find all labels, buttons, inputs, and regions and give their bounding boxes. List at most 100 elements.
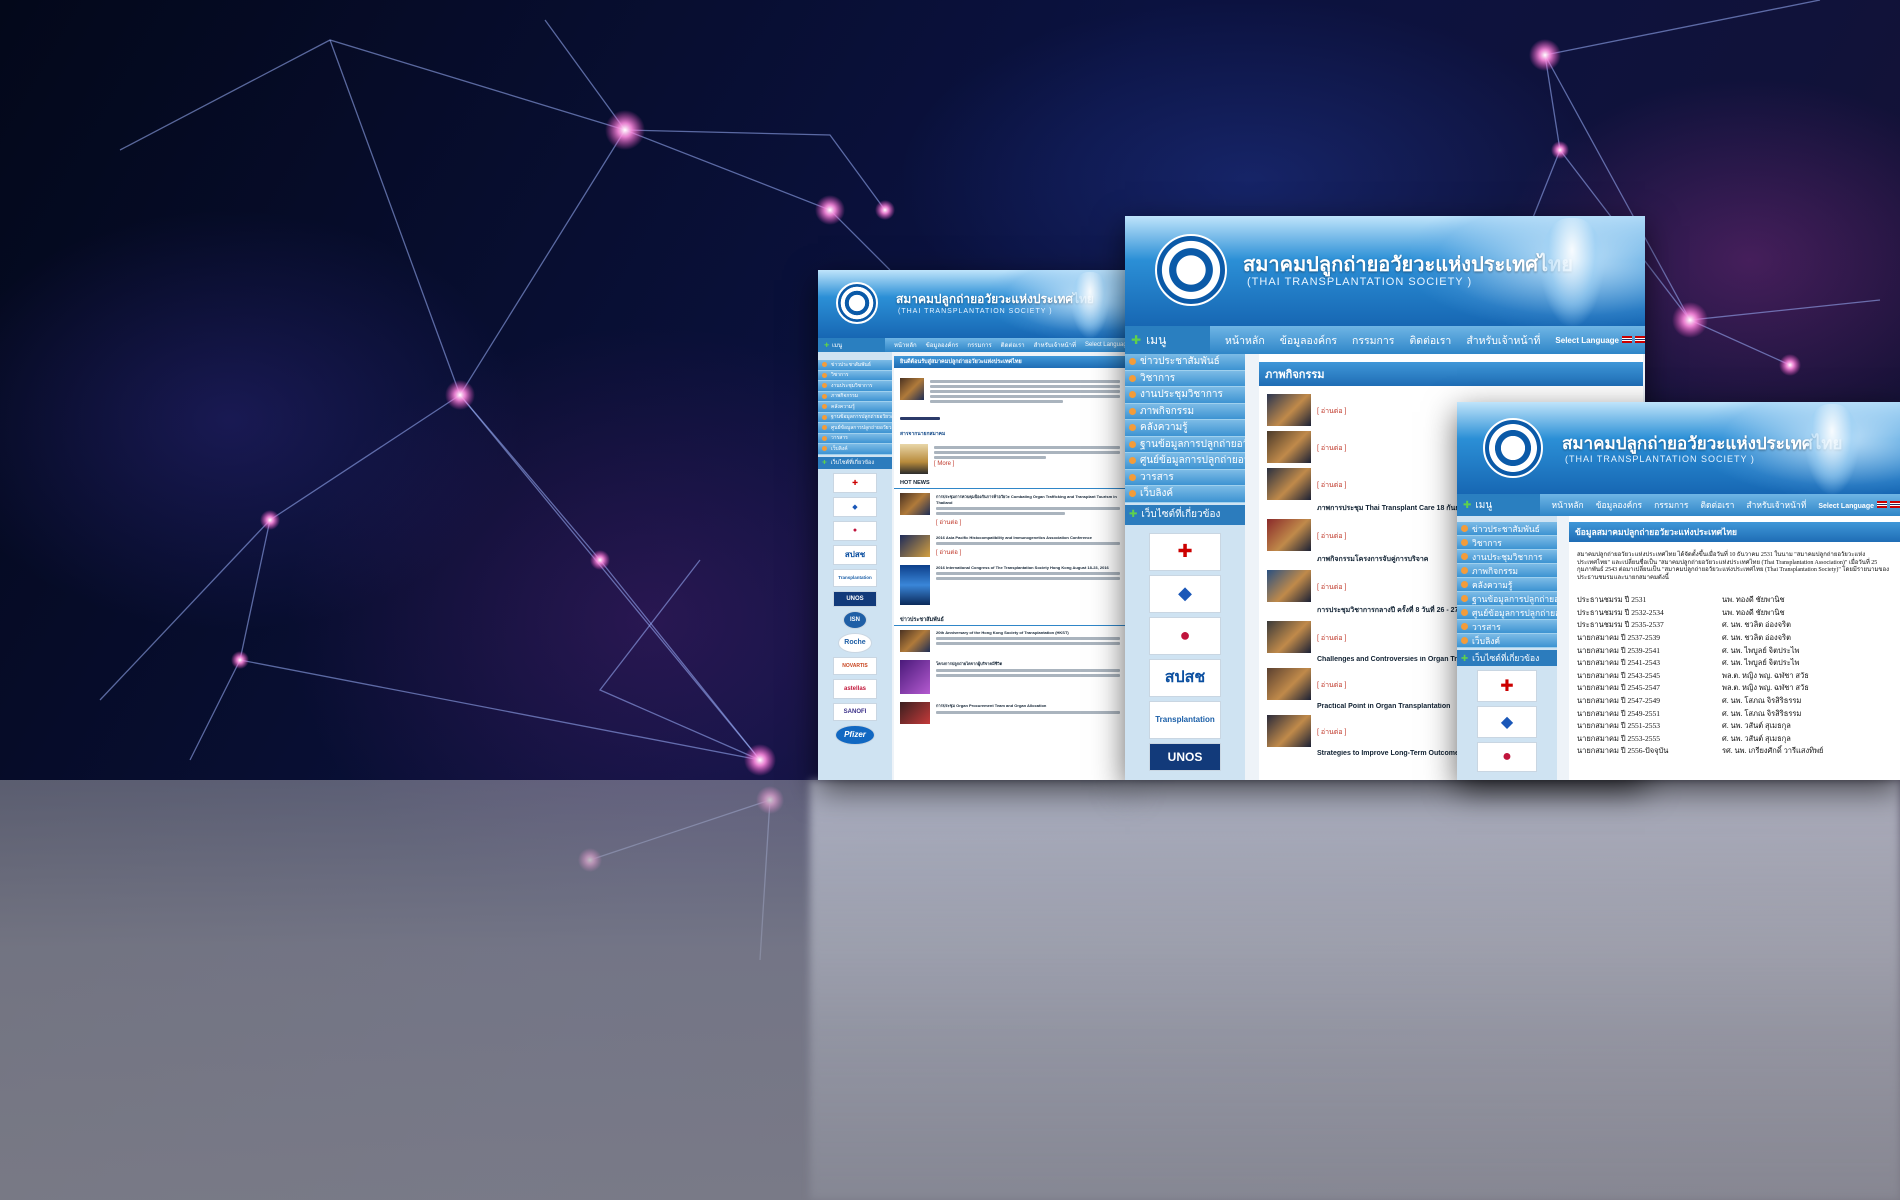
sponsor-kidney-icon[interactable]: ● (833, 520, 877, 541)
sponsor-transplantation[interactable]: Transplantation (833, 568, 877, 587)
activity-photo[interactable] (1267, 431, 1311, 463)
side-item-news[interactable]: ข่าวประชาสัมพันธ์ (1125, 354, 1245, 371)
president-name: ศ. นพ. ไพบูลย์ จิตประไพ (1722, 645, 1800, 655)
sponsor-red-cross-icon[interactable]: ✚ (1149, 532, 1221, 571)
sponsor-astellas[interactable]: astellas (833, 678, 877, 699)
language-select[interactable]: Select Language (1555, 335, 1645, 345)
side-item-academic[interactable]: วิชาการ (1457, 536, 1557, 550)
welcome-photo (900, 378, 924, 400)
president-term: นายกสมาคม ปี 2553-2555 (1577, 733, 1660, 743)
screenshot-home-page: สมาคมปลูกถ่ายอวัยวะแห่งประเทศไทย (THAI T… (818, 270, 1130, 780)
side-item-conference[interactable]: งานประชุมวิชาการ (1125, 387, 1245, 404)
welcome-more[interactable] (894, 409, 1126, 424)
side-item-journal[interactable]: วารสาร (1457, 620, 1557, 634)
nav-committee[interactable]: กรรมการ (1352, 332, 1394, 349)
sponsor-sanofi[interactable]: SANOFI (833, 702, 877, 721)
side-item-database[interactable]: ฐานข้อมูลการปลูกถ่ายอวัยวะ (818, 412, 892, 423)
flag-th-icon[interactable] (1890, 500, 1900, 508)
side-item-journal[interactable]: วารสาร (1125, 469, 1245, 486)
side-item-database[interactable]: ฐานข้อมูลการปลูกถ่ายอวัยวะ (1457, 592, 1557, 606)
activity-photo[interactable] (1267, 394, 1311, 426)
news-2-more[interactable]: [ อ่านต่อ ] (936, 547, 1120, 557)
side-item-center[interactable]: ศูนย์ข้อมูลการปลูกถ่ายอวัยวะ (1125, 453, 1245, 470)
sponsor-unos[interactable]: UNOS (1149, 742, 1221, 771)
side-item-conference[interactable]: งานประชุมวิชาการ (1457, 550, 1557, 564)
side-item-gallery[interactable]: ภาพกิจกรรม (1457, 564, 1557, 578)
side-item-journal[interactable]: วารสาร (818, 433, 892, 444)
activity-photo[interactable] (1267, 570, 1311, 602)
news-3-title[interactable]: 2016 International Congress of The Trans… (936, 565, 1120, 570)
nav-about[interactable]: ข้อมูลองค์กร (926, 340, 959, 350)
president-name: ศ. นพ. โสภณ จิรสิริธรรม (1722, 696, 1802, 706)
activity-photo[interactable] (1267, 715, 1311, 747)
sponsor-red-cross-icon[interactable]: ✚ (1477, 670, 1537, 702)
activity-photo[interactable] (1267, 468, 1311, 500)
side-item-weblink[interactable]: เว็บลิงค์ (1125, 486, 1245, 503)
sponsor-red-cross-icon[interactable]: ✚ (833, 472, 877, 493)
pr-3-title[interactable]: การประชุม Organ Procurement Team and Org… (936, 702, 1120, 709)
sponsor-nhso[interactable]: สปสช (833, 544, 877, 565)
nav-committee[interactable]: กรรมการ (967, 340, 991, 350)
sponsor-kidney-icon[interactable]: ● (1477, 742, 1537, 772)
sponsor-blood-drop-icon[interactable]: ◆ (1477, 706, 1537, 738)
nav-about[interactable]: ข้อมูลองค์กร (1596, 498, 1642, 512)
sponsor-pfizer[interactable]: Pfizer (835, 724, 875, 745)
sponsor-blood-drop-icon[interactable]: ◆ (833, 496, 877, 517)
president-row: ประธานชมรม ปี 2532-2534 นพ. ทองดี ชัยพานิ… (1577, 607, 1892, 620)
pr-1-title[interactable]: 20th Anniversary of the Hong Kong Societ… (936, 630, 1120, 635)
activity-photo[interactable] (1267, 668, 1311, 700)
nav-contact[interactable]: ติดต่อเรา (1409, 332, 1451, 349)
flag-uk-icon[interactable] (1622, 335, 1632, 343)
nav-staff[interactable]: สำหรับเจ้าหน้าที่ (1466, 332, 1540, 349)
site-title-th: สมาคมปลูกถ่ายอวัยวะแห่งประเทศไทย (896, 292, 1094, 306)
side-item-center[interactable]: ศูนย์ข้อมูลการปลูกถ่ายอวัยวะ (1457, 606, 1557, 620)
president-more-link[interactable]: [ More ] (934, 461, 1120, 467)
side-item-knowledge[interactable]: คลังความรู้ (1457, 578, 1557, 592)
nav-contact[interactable]: ติดต่อเรา (1001, 340, 1025, 350)
pr-2-title[interactable]: โครงการปลูกถ่ายไตจากผู้บริจาคมีชีวิต (936, 660, 1120, 667)
president-term: ประธานชมรม ปี 2535-2537 (1577, 620, 1664, 630)
side-item-news[interactable]: ข่าวประชาสัมพันธ์ (818, 360, 892, 371)
side-item-academic[interactable]: วิชาการ (818, 370, 892, 381)
nav-about[interactable]: ข้อมูลองค์กร (1280, 332, 1337, 349)
side-item-center[interactable]: ศูนย์ข้อมูลการปลูกถ่ายอวัยวะ (818, 423, 892, 434)
side-item-gallery[interactable]: ภาพกิจกรรม (1125, 403, 1245, 420)
nav-contact[interactable]: ติดต่อเรา (1700, 498, 1734, 512)
side-item-news[interactable]: ข่าวประชาสัมพันธ์ (1457, 522, 1557, 536)
sponsor-novartis[interactable]: NOVARTIS (833, 656, 877, 675)
flag-th-icon[interactable] (1635, 335, 1645, 343)
president-row: นายกสมาคม ปี 2537-2539 ศ. นพ. ชวลิต อ่องจ… (1577, 632, 1892, 645)
activity-photo[interactable] (1267, 621, 1311, 653)
nav-home[interactable]: หน้าหลัก (1225, 332, 1265, 349)
sponsor-transplantation[interactable]: Transplantation (1149, 700, 1221, 739)
anatomy-figure (1070, 272, 1110, 338)
sidebar: ข่าวประชาสัมพันธ์ วิชาการ งานประชุมวิชาก… (1125, 354, 1245, 780)
side-item-conference[interactable]: งานประชุมวิชาการ (818, 381, 892, 392)
side-item-database[interactable]: ฐานข้อมูลการปลูกถ่ายอวัยวะ (1125, 436, 1245, 453)
activity-photo[interactable] (1267, 519, 1311, 551)
language-select[interactable]: Select Language (1085, 342, 1130, 348)
sponsor-kidney-icon[interactable]: ● (1149, 616, 1221, 655)
sponsor-unos[interactable]: UNOS (833, 590, 877, 607)
nav-staff[interactable]: สำหรับเจ้าหน้าที่ (1034, 340, 1076, 350)
news-1-title[interactable]: การประชุมการควบคุมป้องกันการค้าอวัยวะ Co… (936, 493, 1120, 505)
president-term: นายกสมาคม ปี 2539-2541 (1577, 645, 1660, 655)
nav-home[interactable]: หน้าหลัก (1552, 498, 1584, 512)
nav-committee[interactable]: กรรมการ (1654, 498, 1688, 512)
flag-uk-icon[interactable] (1877, 500, 1887, 508)
nav-staff[interactable]: สำหรับเจ้าหน้าที่ (1746, 498, 1806, 512)
sponsor-blood-drop-icon[interactable]: ◆ (1149, 574, 1221, 613)
side-item-knowledge[interactable]: คลังความรู้ (818, 402, 892, 413)
side-item-weblink[interactable]: เว็บลิงค์ (818, 444, 892, 455)
news-1-more[interactable]: [ อ่านต่อ ] (936, 517, 1120, 527)
side-item-academic[interactable]: วิชาการ (1125, 370, 1245, 387)
sponsor-isn[interactable]: ISN (843, 610, 867, 629)
sponsor-roche[interactable]: Roche (838, 632, 872, 653)
sponsor-nhso[interactable]: สปสช (1149, 658, 1221, 697)
side-item-weblink[interactable]: เว็บลิงค์ (1457, 634, 1557, 648)
nav-home[interactable]: หน้าหลัก (894, 340, 917, 350)
news-2-title[interactable]: 2016 Asia Pacific Histocompatibility and… (936, 535, 1120, 540)
side-item-gallery[interactable]: ภาพกิจกรรม (818, 391, 892, 402)
language-select[interactable]: Select Language (1818, 500, 1900, 510)
side-item-knowledge[interactable]: คลังความรู้ (1125, 420, 1245, 437)
